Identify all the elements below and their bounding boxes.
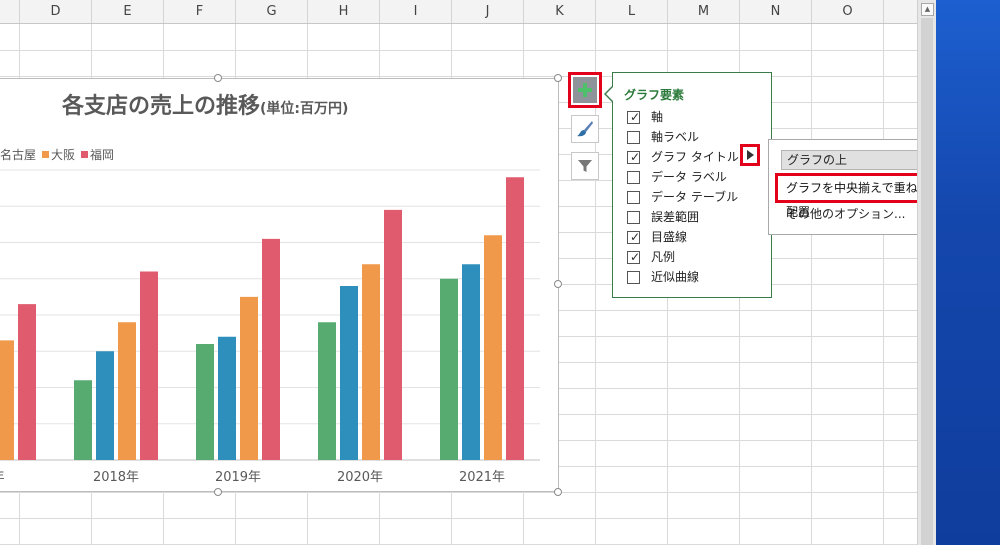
bar: [340, 286, 358, 460]
column-header-n[interactable]: N: [740, 0, 812, 23]
menu-item-more-options[interactable]: その他のオプション...: [786, 205, 905, 222]
legend-swatch: [81, 151, 89, 158]
bar: [118, 322, 136, 460]
option-label: 軸: [651, 110, 664, 124]
bar: [440, 278, 458, 460]
x-tick-label: 2021年: [459, 470, 505, 485]
bar: [218, 336, 236, 460]
check-icon: ✓: [630, 230, 641, 244]
x-tick-label: 2018年: [93, 470, 139, 485]
brush-icon: [577, 121, 593, 137]
bar: [140, 271, 158, 460]
bar: [240, 296, 258, 460]
chart-legend[interactable]: 名古屋 大阪 福岡: [0, 146, 114, 163]
option-checkbox[interactable]: ✓: [627, 231, 640, 244]
bar: [318, 322, 336, 460]
chart-title-expand-button[interactable]: [740, 144, 760, 166]
option-label: 誤差範囲: [651, 210, 700, 224]
bar: [74, 380, 92, 460]
bar: [462, 264, 480, 460]
legend-label: 名古屋: [0, 148, 37, 162]
resize-handle-bottom[interactable]: [214, 488, 222, 496]
option-label: 近似曲線: [651, 270, 700, 284]
option-checkbox[interactable]: ✓: [627, 151, 640, 164]
option-checkbox[interactable]: [627, 171, 640, 184]
resize-handle-top[interactable]: [214, 74, 222, 82]
x-tick-label: 2019年: [215, 470, 261, 485]
x-tick-label: 2020年: [337, 470, 383, 485]
scroll-thumb[interactable]: [921, 18, 933, 545]
check-icon: ✓: [630, 250, 641, 264]
funnel-icon: [578, 160, 592, 172]
vertical-scrollbar[interactable]: ▲: [917, 0, 936, 545]
plus-icon: [578, 83, 592, 97]
option-checkbox[interactable]: ✓: [627, 251, 640, 264]
resize-handle-bottom-right[interactable]: [554, 488, 562, 496]
option-label: データ テーブル: [651, 190, 739, 204]
column-header-o[interactable]: O: [812, 0, 884, 23]
option-checkbox[interactable]: [627, 211, 640, 224]
check-icon: ✓: [630, 150, 641, 164]
x-tick-label: 7年: [0, 470, 5, 485]
chart-elements-panel: グラフ要素 ✓ 軸軸ラベル ✓ グラフ タイトル データ ラベル データ テーブル 誤差範囲…: [612, 72, 772, 298]
bar: [506, 177, 524, 460]
legend-entry[interactable]: 名古屋: [0, 148, 36, 162]
legend-label: 福岡: [90, 148, 115, 162]
bar: [262, 238, 280, 460]
option-label: データ ラベル: [651, 170, 727, 184]
chart-title-main: 各支店の売上の推移: [62, 94, 261, 119]
option-checkbox[interactable]: [627, 271, 640, 284]
bar: [196, 344, 214, 460]
panel-title: グラフ要素: [624, 88, 685, 102]
option-label: 軸ラベル: [651, 130, 700, 144]
check-icon: ✓: [630, 110, 641, 124]
scroll-up-button[interactable]: ▲: [921, 3, 934, 16]
option-checkbox[interactable]: [627, 191, 640, 204]
column-header-m[interactable]: M: [668, 0, 740, 23]
legend-label: 大阪: [51, 148, 76, 162]
chart-filter-button[interactable]: [571, 152, 599, 180]
column-header-l[interactable]: L: [596, 0, 668, 23]
bar: [384, 209, 402, 460]
chart-styles-button[interactable]: [571, 115, 599, 143]
option-checkbox[interactable]: ✓: [627, 111, 640, 124]
resize-handle-top-right[interactable]: [554, 74, 562, 82]
chart-elements-button[interactable]: [568, 72, 602, 108]
chart-title[interactable]: 各支店の売上の推移(単位:百万円): [62, 88, 348, 120]
legend-entry[interactable]: 福岡: [75, 148, 114, 162]
chart-plot: 7年 2018年 2019年 2020年 2021年: [0, 169, 540, 485]
option-label: 凡例: [651, 250, 676, 264]
bar: [96, 351, 114, 460]
option-checkbox[interactable]: [627, 131, 640, 144]
resize-handle-right[interactable]: [554, 280, 562, 288]
option-label: 目盛線: [651, 230, 688, 244]
panel-pointer-inner: [606, 87, 613, 101]
bar: [484, 235, 502, 460]
bar: [0, 340, 14, 460]
legend-swatch: [42, 151, 50, 158]
legend-entry[interactable]: 大阪: [36, 148, 75, 162]
bar: [362, 264, 380, 460]
option-label: グラフ タイトル: [651, 150, 739, 164]
desktop-background: [936, 0, 1000, 545]
bar: [18, 304, 36, 460]
chart-title-unit: (単位:百万円): [260, 101, 349, 117]
menu-item-above-chart[interactable]: グラフの上: [781, 150, 939, 170]
triangle-right-icon: [747, 150, 754, 160]
